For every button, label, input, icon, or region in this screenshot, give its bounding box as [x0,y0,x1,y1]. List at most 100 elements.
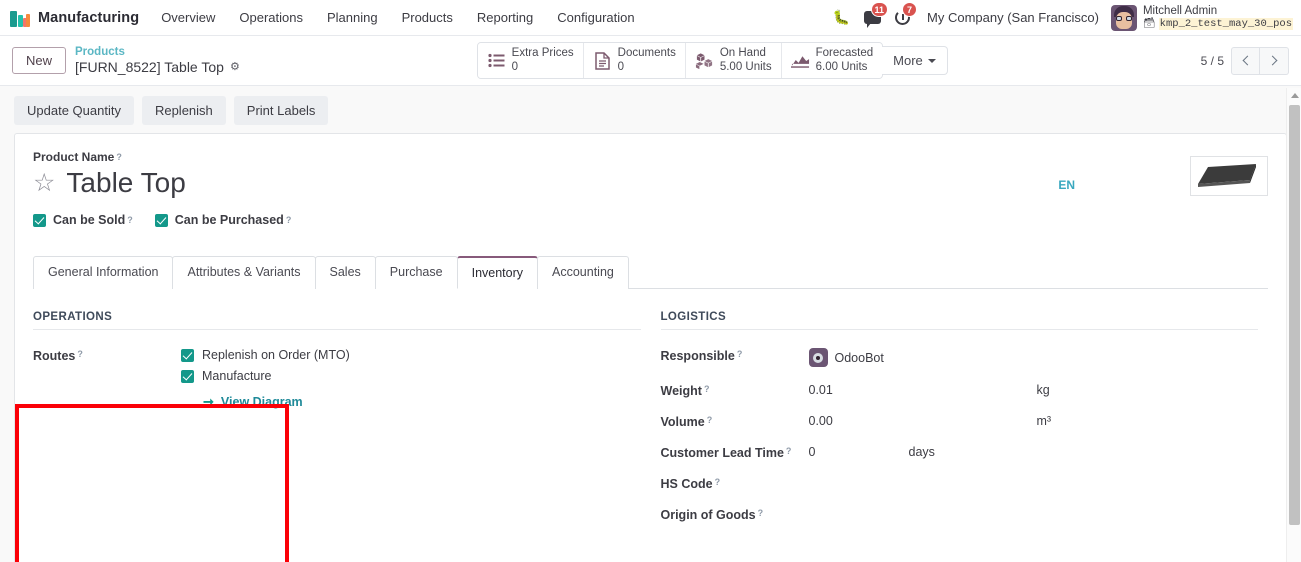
pager-counter: 5 / 5 [1200,53,1224,68]
help-icon[interactable]: ? [127,215,133,225]
product-image[interactable] [1190,156,1268,196]
new-button[interactable]: New [12,47,67,74]
menu-item-operations[interactable]: Operations [227,0,315,35]
smart-button-extra-prices-value: 0 [511,60,519,73]
update-quantity-button[interactable]: Update Quantity [14,96,134,125]
route-checkbox-mto[interactable]: Replenish on Order (MTO) [181,348,350,362]
checkbox-checked-icon [154,213,168,227]
help-icon[interactable]: ? [704,384,710,394]
menu-item-products[interactable]: Products [390,0,465,35]
database-name-label: kmp_2_test_may_30_pos [1158,18,1293,31]
product-name-label: Product Name ? [33,150,122,164]
gear-icon[interactable]: ⚙ [230,61,240,75]
pager: 5 / 5 [1185,46,1289,75]
help-icon[interactable]: ? [77,349,83,359]
menu-item-reporting[interactable]: Reporting [465,0,545,35]
responsible-value[interactable]: OdooBot [808,348,1259,368]
menu-item-overview[interactable]: Overview [149,0,227,35]
tab-sales[interactable]: Sales [314,256,376,290]
user-menu[interactable]: Mitchell Admin 🗃 kmp_2_test_may_30_pos [1109,4,1293,31]
smart-button-extra-prices-label: Extra Prices [511,46,574,59]
smart-button-extra-prices[interactable]: Extra Prices 0 [477,42,584,79]
origin-of-goods-field-row: Origin of Goods ? [661,507,1259,522]
route-checkbox-manufacture[interactable]: Manufacture [181,369,350,383]
weight-label: Weight ? [660,384,710,399]
help-icon[interactable]: ? [286,215,292,225]
tab-purchase[interactable]: Purchase [374,256,458,290]
messages-button[interactable]: 11 [857,0,889,36]
smart-button-documents[interactable]: Documents 0 [583,42,686,79]
can-be-purchased-checkbox[interactable]: Can be Purchased ? [154,213,292,227]
help-icon[interactable]: ? [758,508,764,518]
scrollbar-thumb[interactable] [1289,105,1300,525]
page-scrollbar[interactable] [1286,88,1301,562]
main-menu: Overview Operations Planning Products Re… [149,0,646,35]
pager-previous-button[interactable] [1231,46,1260,75]
help-icon[interactable]: ? [116,152,122,162]
activities-count-badge: 7 [902,1,918,17]
volume-value[interactable]: 0.00 [809,414,909,428]
breadcrumb: Products [FURN_8522] Table Top ⚙ [75,45,240,77]
route-label-manufacture: Manufacture [202,369,272,384]
smart-button-on-hand[interactable]: On Hand 5.00 Units [685,42,782,79]
responsible-name: OdooBot [834,350,884,365]
tab-accounting[interactable]: Accounting [537,256,629,290]
product-flags: Can be Sold ? Can be Purchased ? [33,213,1058,227]
control-panel-left: New Products [FURN_8522] Table Top ⚙ [12,45,240,77]
tab-inventory[interactable]: Inventory [456,256,539,290]
star-favorite-icon[interactable]: ☆ [33,170,55,196]
database-icon: 🗃 [1142,18,1156,30]
can-be-sold-checkbox[interactable]: Can be Sold ? [33,213,133,227]
menu-item-configuration[interactable]: Configuration [545,0,646,35]
can-be-sold-label: Can be Sold [53,213,126,228]
responsible-field-row: Responsible ? OdooBot [660,348,1259,368]
odoobot-avatar-icon [808,348,828,368]
route-label-mto: Replenish on Order (MTO) [202,348,350,363]
help-icon[interactable]: ? [737,349,743,359]
tab-attributes-variants[interactable]: Attributes & Variants [172,256,316,290]
product-title-block: Product Name ? ☆ Table Top Can be Sold ? [33,150,1058,227]
checkbox-checked-icon [181,369,194,383]
action-button-bar: Update Quantity Replenish Print Labels [0,86,1301,133]
responsible-label: Responsible ? [660,349,743,364]
company-switcher[interactable]: My Company (San Francisco) [917,10,1109,25]
area-chart-icon [790,51,810,70]
messages-count-badge: 11 [870,1,889,17]
volume-field-row: Volume ? 0.00 m³ [661,414,1259,429]
smart-button-on-hand-label: On Hand [719,46,766,59]
menu-item-planning[interactable]: Planning [315,0,390,35]
print-labels-button[interactable]: Print Labels [233,96,329,125]
navbar-right-section: 🐛 11 7 My Company (San Francisco) Mitche… [826,0,1301,36]
smart-button-documents-value: 0 [617,60,625,73]
language-selector[interactable]: EN [1058,178,1075,192]
help-icon[interactable]: ? [786,446,792,456]
app-brand[interactable]: Manufacturing [0,9,149,27]
pager-next-button[interactable] [1260,46,1289,75]
bug-icon[interactable]: 🐛 [826,0,857,36]
more-dropdown-button[interactable]: More [882,46,948,75]
activities-button[interactable]: 7 [888,0,918,36]
operations-group-title: OPERATIONS [33,311,641,331]
view-diagram-link[interactable]: ➞ View Diagram [203,394,350,410]
weight-value[interactable]: 0.01 [809,383,909,397]
operations-group: OPERATIONS Routes ? Replenish on Order (… [33,311,651,538]
product-name-value[interactable]: Table Top [66,167,185,199]
chevron-left-icon [1242,55,1252,66]
smart-button-forecasted-label: Forecasted [815,46,874,59]
user-avatar [1110,4,1137,31]
help-icon[interactable]: ? [715,477,721,487]
origin-of-goods-label: Origin of Goods ? [660,508,764,523]
breadcrumb-products-link[interactable]: Products [75,45,240,59]
weight-unit: kg [1036,383,1050,398]
replenish-button[interactable]: Replenish [141,96,226,125]
routes-field-row: Routes ? Replenish on Order (MTO) Manufa… [33,348,641,410]
help-icon[interactable]: ? [707,415,713,425]
smart-button-forecasted[interactable]: Forecasted 6.00 Units [781,42,883,79]
checkbox-checked-icon [181,348,194,362]
tab-general-information[interactable]: General Information [33,256,174,290]
arrow-right-icon: ➞ [203,394,214,410]
customer-lead-time-unit: days [908,445,935,460]
scroll-up-arrow-icon[interactable] [1287,88,1301,103]
customer-lead-time-value[interactable]: 0 [809,445,909,459]
customer-lead-time-label: Customer Lead Time ? [660,446,792,461]
